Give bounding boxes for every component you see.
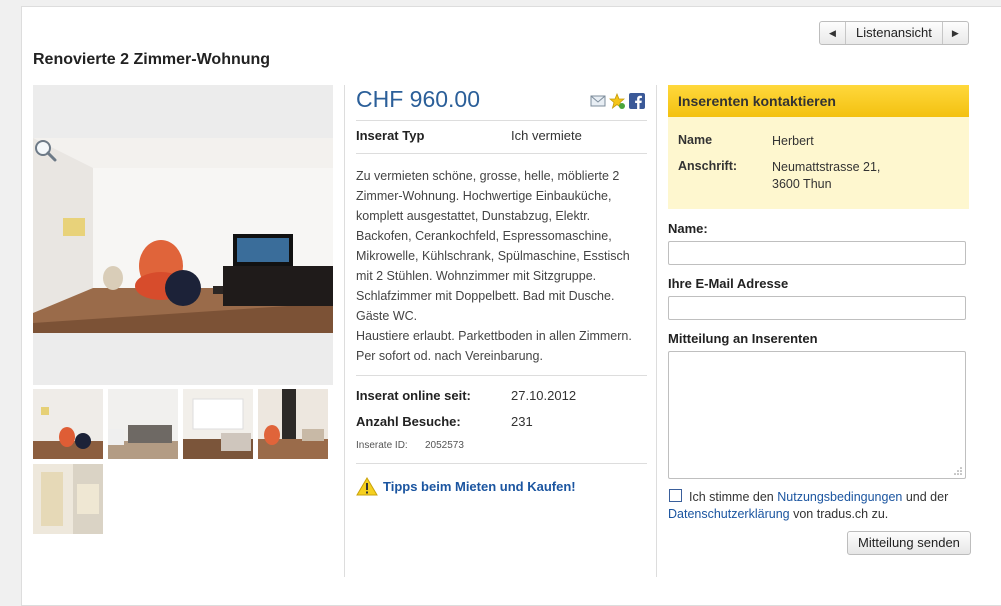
send-message-button[interactable]: Mitteilung senden <box>847 531 971 555</box>
thumbnail-1[interactable] <box>33 389 103 459</box>
terms-link[interactable]: Nutzungsbedingungen <box>777 490 902 504</box>
agree-prefix: Ich stimme den <box>689 490 774 504</box>
prev-button[interactable]: ◀ <box>820 22 846 44</box>
form-name-label: Name: <box>668 221 708 236</box>
thumbnail-image <box>183 389 253 459</box>
column-divider-2 <box>656 85 657 577</box>
name-input[interactable] <box>668 241 966 265</box>
description: Zu vermieten schöne, grosse, helle, möbl… <box>356 166 650 366</box>
thumbnail-image <box>33 464 103 534</box>
tips-link[interactable]: Tipps beim Mieten und Kaufen! <box>356 477 576 496</box>
listing-id-value: 2052573 <box>425 440 464 451</box>
thumbnail-image <box>33 389 103 459</box>
agree-and: und der <box>905 490 949 504</box>
thumbnail-5[interactable] <box>33 464 103 534</box>
thumbnail-image <box>108 389 178 459</box>
name-value: Herbert <box>772 134 814 148</box>
description-line: Zu vermieten schöne, grosse, helle, möbl… <box>356 169 620 183</box>
description-line: Gäste WC. <box>356 309 418 323</box>
email-icon[interactable] <box>590 93 606 109</box>
description-line: mit 2 Stühlen. Wohnzimmer mit Sitzgruppe… <box>356 269 597 283</box>
page-title: Renovierte 2 Zimmer-Wohnung <box>33 51 271 68</box>
living-room-photo <box>33 138 333 333</box>
description-line: Haustiere erlaubt. Parkettboden in allen… <box>356 329 632 343</box>
online-since-value: 27.10.2012 <box>511 388 577 403</box>
divider <box>356 463 647 464</box>
visits-value: 231 <box>511 414 533 429</box>
contact-info: Name Herbert Anschrift: Neumattstrasse 2… <box>668 117 969 209</box>
warning-icon <box>356 477 378 496</box>
price: CHF 960.00 <box>356 86 481 112</box>
triangle-left-icon: ◀ <box>829 27 836 38</box>
thumbnail-3[interactable] <box>183 389 253 459</box>
address-line-1: Neumattstrasse 21, <box>772 160 881 174</box>
tips-link-label: Tipps beim Mieten und Kaufen! <box>383 479 576 494</box>
address-line-2: 3600 Thun <box>772 177 832 191</box>
message-textarea[interactable] <box>668 351 966 479</box>
description-line: Mikrowelle, Kühlschrank, Spülmaschine, E… <box>356 249 630 263</box>
description-line: komplett ausgestattet, Dunstabzug, Elekt… <box>356 209 591 223</box>
visits-label: Anzahl Besuche: <box>356 414 461 429</box>
list-navigation: ◀ Listenansicht ▶ <box>819 21 969 45</box>
listing-id-label: Inserate ID: <box>356 440 408 451</box>
facebook-icon[interactable] <box>629 93 645 109</box>
listing-page: ◀ Listenansicht ▶ Renovierte 2 Zimmer-Wo… <box>21 6 1001 606</box>
address-key: Anschrift: <box>678 159 738 173</box>
type-label: Inserat Typ <box>356 128 425 143</box>
description-line: Zimmer-Wohnung. Hochwertige Einbauküche, <box>356 189 612 203</box>
favorite-star-icon[interactable] <box>609 93 625 109</box>
list-view-button[interactable]: Listenansicht <box>846 22 942 44</box>
magnifier-icon[interactable] <box>33 138 57 162</box>
description-line: Per sofort od. nach Vereinbarung. <box>356 349 543 363</box>
thumbnail-image <box>258 389 328 459</box>
divider <box>356 375 647 376</box>
agree-suffix: von tradus.ch zu. <box>793 507 889 521</box>
main-photo[interactable] <box>33 85 333 385</box>
thumbnail-4[interactable] <box>258 389 328 459</box>
description-line: Schlafzimmer mit Doppelbett. Bad mit Dus… <box>356 289 615 303</box>
privacy-link[interactable]: Datenschutzerklärung <box>668 507 790 521</box>
agree-text: Ich stimme den Nutzungsbedingungen und d… <box>668 489 970 523</box>
divider <box>356 120 647 121</box>
contact-header: Inserenten kontaktieren <box>668 85 969 117</box>
type-value: Ich vermiete <box>511 128 582 143</box>
divider <box>356 153 647 154</box>
online-since-label: Inserat online seit: <box>356 388 471 403</box>
triangle-right-icon: ▶ <box>951 27 959 38</box>
form-email-label: Ihre E-Mail Adresse <box>668 276 789 291</box>
name-key: Name <box>678 133 713 147</box>
description-line: Backofen, Cerankochfeld, Espressomaschin… <box>356 229 612 243</box>
column-divider-1 <box>344 85 345 577</box>
next-button[interactable]: ▶ <box>941 22 968 44</box>
email-input[interactable] <box>668 296 966 320</box>
resize-grip-icon[interactable] <box>953 466 962 475</box>
form-message-label: Mitteilung an Inserenten <box>668 331 818 346</box>
thumbnail-2[interactable] <box>108 389 178 459</box>
